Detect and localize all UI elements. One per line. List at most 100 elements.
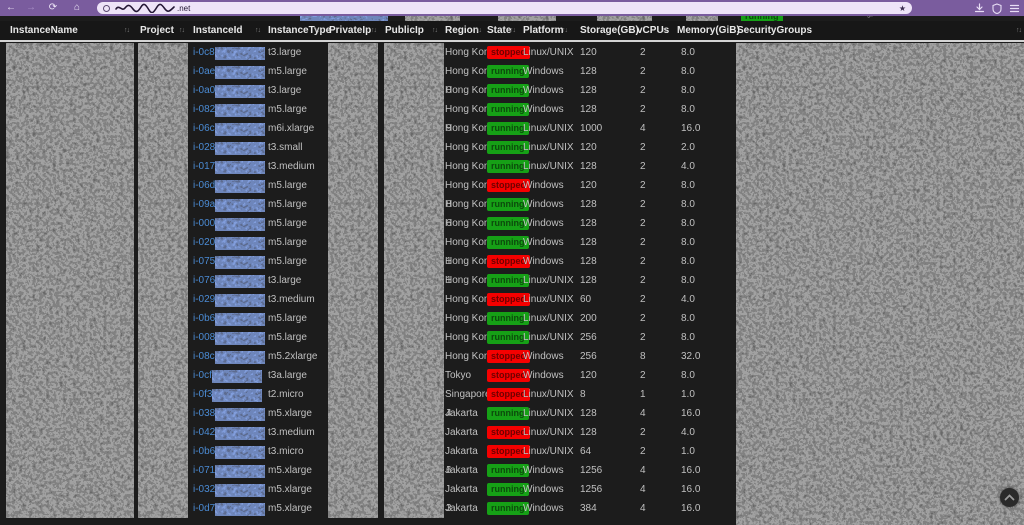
- instance-id-link[interactable]: i-09a: [193, 195, 265, 214]
- instance-id-link[interactable]: i-032: [193, 480, 265, 499]
- instance-id-link[interactable]: i-0cf: [193, 366, 262, 385]
- instance-id-link[interactable]: i-038: [193, 404, 265, 423]
- scroll-to-top-button[interactable]: [1000, 488, 1019, 507]
- platform: Linux/UNIX: [523, 157, 574, 176]
- instance-id-link[interactable]: i-000: [193, 214, 265, 233]
- memory-gib: 8.0: [681, 62, 695, 81]
- instance-type: m6i.xlarge: [268, 119, 314, 138]
- vcpus: 2: [640, 309, 646, 328]
- instance-id-link[interactable]: i-0d7: [193, 499, 265, 518]
- redacted-url-scribble: [114, 3, 176, 13]
- region: Jakarta: [445, 480, 478, 499]
- redacted-noise: [215, 66, 265, 79]
- instance-id-link[interactable]: i-06c: [193, 119, 265, 138]
- column-header-memory-gib-: Memory(GiB): [677, 21, 740, 40]
- sort-icon[interactable]: ↑↓: [562, 21, 567, 40]
- platform: Windows: [523, 62, 564, 81]
- platform: Linux/UNIX: [523, 271, 574, 290]
- sort-icon[interactable]: ↑↓: [510, 21, 515, 40]
- storage-gb: 1000: [580, 119, 602, 138]
- download-icon[interactable]: [974, 3, 985, 14]
- memory-gib: 8.0: [681, 328, 695, 347]
- instance-id-link[interactable]: i-0f3: [193, 385, 262, 404]
- sort-icon[interactable]: ↑↓: [179, 21, 184, 40]
- platform: Windows: [523, 480, 564, 499]
- instance-type: t3.medium: [268, 290, 315, 309]
- instance-id-link[interactable]: i-075: [193, 252, 265, 271]
- vcpus: 2: [640, 366, 646, 385]
- memory-gib: 8.0: [681, 100, 695, 119]
- sort-icon[interactable]: ↑↓: [124, 21, 129, 40]
- sort-icon[interactable]: ↑↓: [476, 21, 481, 40]
- vcpus: 2: [640, 328, 646, 347]
- storage-gb: 128: [580, 157, 597, 176]
- memory-gib: 16.0: [681, 480, 700, 499]
- memory-gib: 32.0: [681, 347, 700, 366]
- instance-type: t3.medium: [268, 157, 315, 176]
- vcpus: 4: [640, 119, 646, 138]
- instance-id-link[interactable]: i-017: [193, 157, 265, 176]
- storage-gb: 128: [580, 100, 597, 119]
- sort-icon[interactable]: ↑↓: [627, 21, 632, 40]
- platform: Windows: [523, 214, 564, 233]
- instance-id-link[interactable]: i-076: [193, 271, 265, 290]
- instance-id-link[interactable]: i-008: [193, 328, 265, 347]
- instance-id-link[interactable]: i-0ae: [193, 62, 265, 81]
- forward-icon[interactable]: →: [24, 0, 38, 16]
- redacted-noise: [212, 370, 262, 383]
- sort-icon[interactable]: ↑↓: [1016, 21, 1021, 40]
- instance-id-link[interactable]: i-0a0: [193, 81, 265, 100]
- url-bar[interactable]: .net ★: [97, 2, 912, 14]
- instance-type: t3.small: [268, 138, 302, 157]
- instance-id-link[interactable]: i-06d: [193, 176, 265, 195]
- back-icon[interactable]: ←: [4, 0, 18, 16]
- storage-gb: 60: [580, 290, 591, 309]
- memory-gib: 1.0: [681, 442, 695, 461]
- reload-icon[interactable]: ⟳: [46, 0, 60, 16]
- vcpus: 2: [640, 233, 646, 252]
- sort-icon[interactable]: ↑↓: [432, 21, 437, 40]
- instance-id-link[interactable]: i-020: [193, 233, 265, 252]
- vcpus: 2: [640, 138, 646, 157]
- platform: Linux/UNIX: [523, 138, 574, 157]
- memory-gib: 8.0: [681, 309, 695, 328]
- instance-id-link[interactable]: i-028: [193, 138, 265, 157]
- redacted-noise: [215, 218, 265, 231]
- platform: Linux/UNIX: [523, 290, 574, 309]
- vcpus: 2: [640, 423, 646, 442]
- storage-gb: 120: [580, 176, 597, 195]
- bookmark-star-icon[interactable]: ★: [899, 4, 906, 13]
- public-ip-visible-digit: 6: [446, 214, 452, 233]
- instance-id-link[interactable]: i-0c8: [193, 43, 265, 62]
- instance-id-link[interactable]: i-082: [193, 100, 265, 119]
- sort-icon[interactable]: ↑↓: [255, 21, 260, 40]
- memory-gib: 4.0: [681, 157, 695, 176]
- platform: Windows: [523, 461, 564, 480]
- vcpus: 2: [640, 290, 646, 309]
- instance-type: m5.2xlarge: [268, 347, 317, 366]
- sort-icon[interactable]: ↑↓: [314, 21, 319, 40]
- platform: Windows: [523, 499, 564, 518]
- home-icon[interactable]: ⌂: [70, 0, 84, 16]
- redacted-noise: [215, 446, 265, 459]
- menu-icon[interactable]: [1009, 3, 1020, 14]
- instance-id-link[interactable]: i-042: [193, 423, 265, 442]
- storage-gb: 128: [580, 62, 597, 81]
- platform: Linux/UNIX: [523, 328, 574, 347]
- instance-type: m5.large: [268, 195, 307, 214]
- sort-icon[interactable]: ↑↓: [724, 21, 729, 40]
- instance-id-link[interactable]: i-071: [193, 461, 265, 480]
- redacted-noise: [215, 503, 265, 516]
- instance-type: m5.large: [268, 309, 307, 328]
- instance-id-link[interactable]: i-029: [193, 290, 265, 309]
- instance-id-link[interactable]: i-0b6: [193, 309, 265, 328]
- sort-icon[interactable]: ↑↓: [371, 21, 376, 40]
- instance-type: t3.micro: [268, 442, 304, 461]
- instance-id-link[interactable]: i-08c: [193, 347, 265, 366]
- instance-id-link[interactable]: i-0b6: [193, 442, 265, 461]
- storage-gb: 200: [580, 309, 597, 328]
- sort-icon[interactable]: ↑↓: [662, 21, 667, 40]
- memory-gib: 8.0: [681, 176, 695, 195]
- redacted-privateip-column: [328, 43, 378, 518]
- shield-icon[interactable]: [992, 3, 1002, 14]
